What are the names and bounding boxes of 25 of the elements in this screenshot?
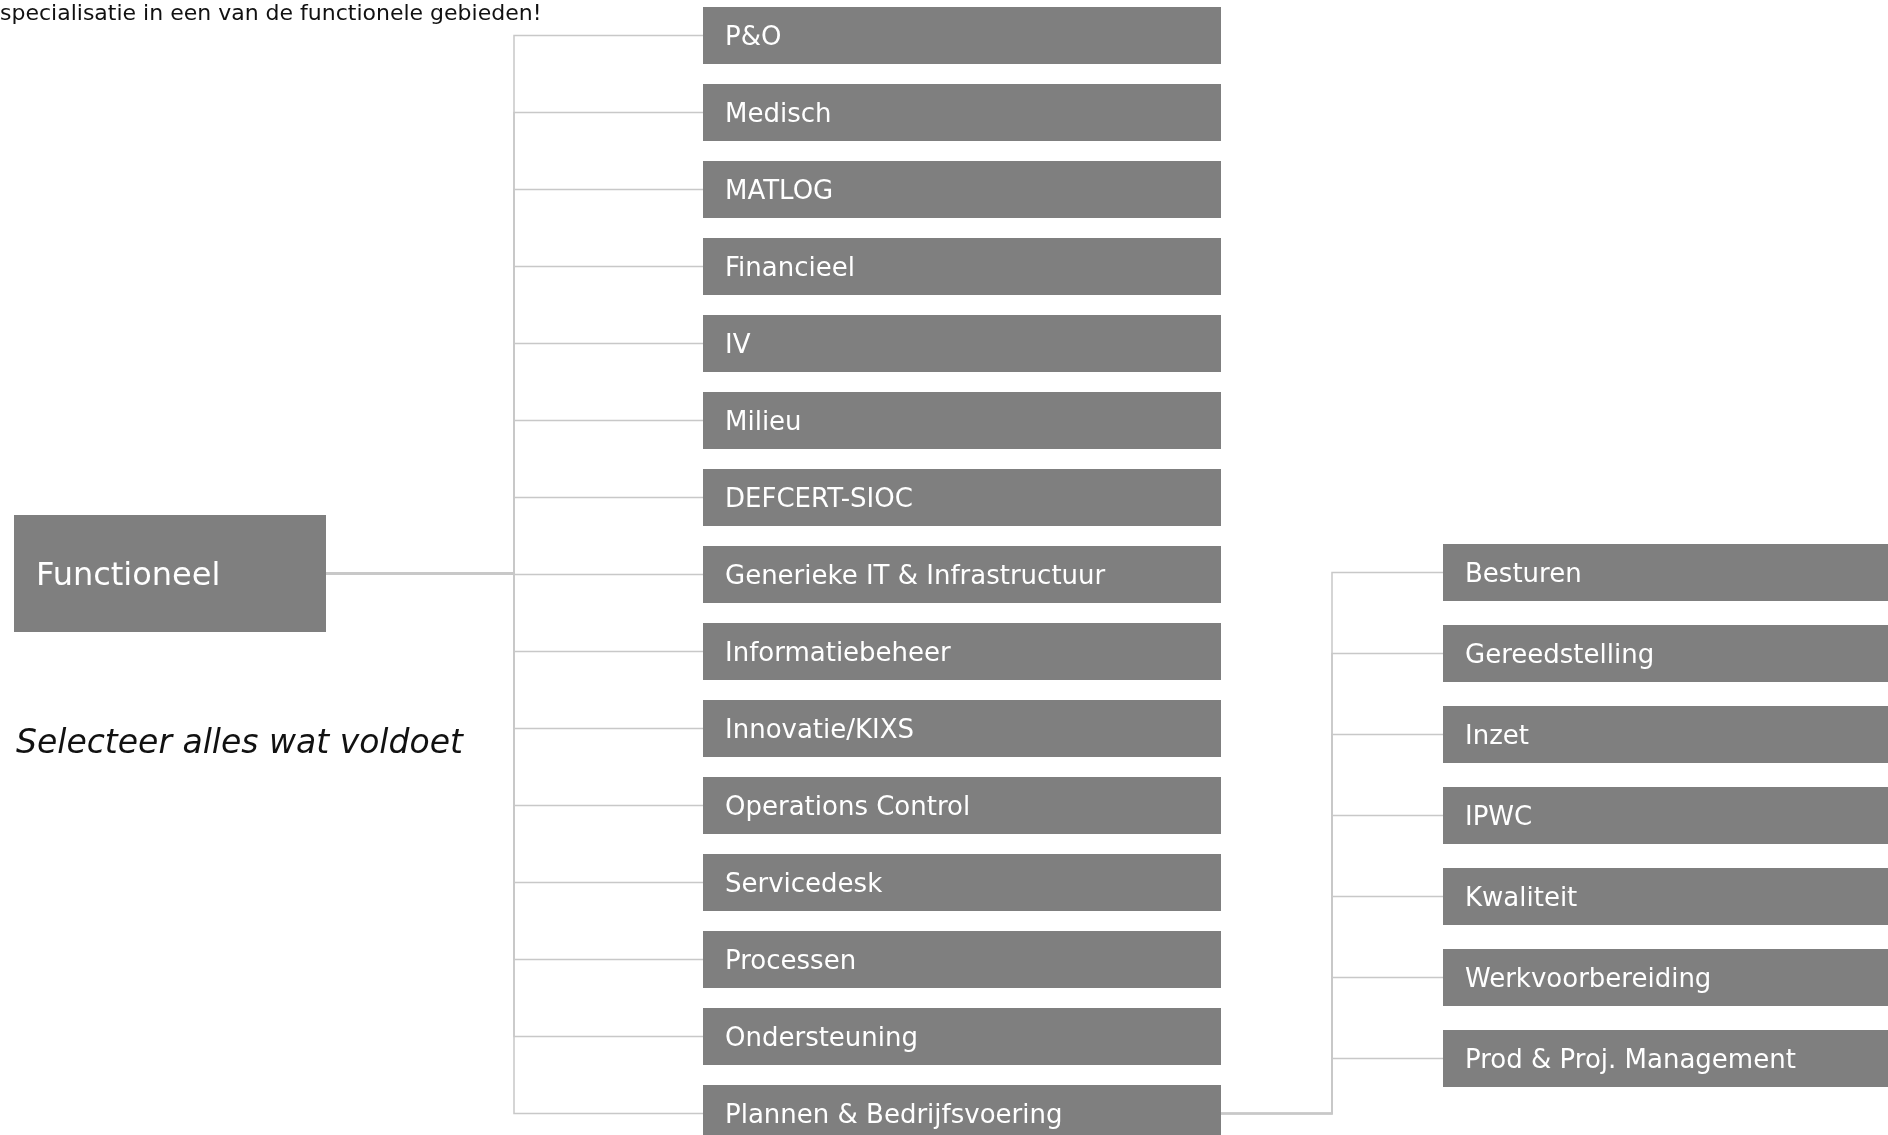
subcategory-node[interactable]: Werkvoorbereiding <box>1443 949 1888 1006</box>
subcategory-node[interactable]: Kwaliteit <box>1443 868 1888 925</box>
category-node[interactable]: Processen <box>703 931 1221 988</box>
category-node[interactable]: Milieu <box>703 392 1221 449</box>
instruction-text: Selecteer alles wat voldoet <box>16 722 463 761</box>
category-node[interactable]: Operations Control <box>703 777 1221 834</box>
subcategory-node[interactable]: Inzet <box>1443 706 1888 763</box>
root-node: Functioneel <box>14 515 326 632</box>
category-node[interactable]: Generieke IT & Infrastructuur <box>703 546 1221 603</box>
category-node[interactable]: DEFCERT-SIOC <box>703 469 1221 526</box>
category-node[interactable]: MATLOG <box>703 161 1221 218</box>
intro-text: specialisatie in een van de functionele gebieden! <box>0 0 542 25</box>
category-node[interactable]: P&O <box>703 7 1221 64</box>
category-node[interactable]: Servicedesk <box>703 854 1221 911</box>
subcategory-node[interactable]: Besturen <box>1443 544 1888 601</box>
subcategory-node[interactable]: Prod & Proj. Management <box>1443 1030 1888 1087</box>
category-node[interactable]: Financieel <box>703 238 1221 295</box>
subcategory-node[interactable]: Gereedstelling <box>1443 625 1888 682</box>
category-node[interactable]: Informatiebeheer <box>703 623 1221 680</box>
subcategory-node[interactable]: IPWC <box>1443 787 1888 844</box>
category-node[interactable]: Plannen & Bedrijfsvoering <box>703 1085 1221 1135</box>
category-node[interactable]: Medisch <box>703 84 1221 141</box>
category-node[interactable]: Innovatie/KIXS <box>703 700 1221 757</box>
category-node[interactable]: IV <box>703 315 1221 372</box>
category-node[interactable]: Ondersteuning <box>703 1008 1221 1065</box>
